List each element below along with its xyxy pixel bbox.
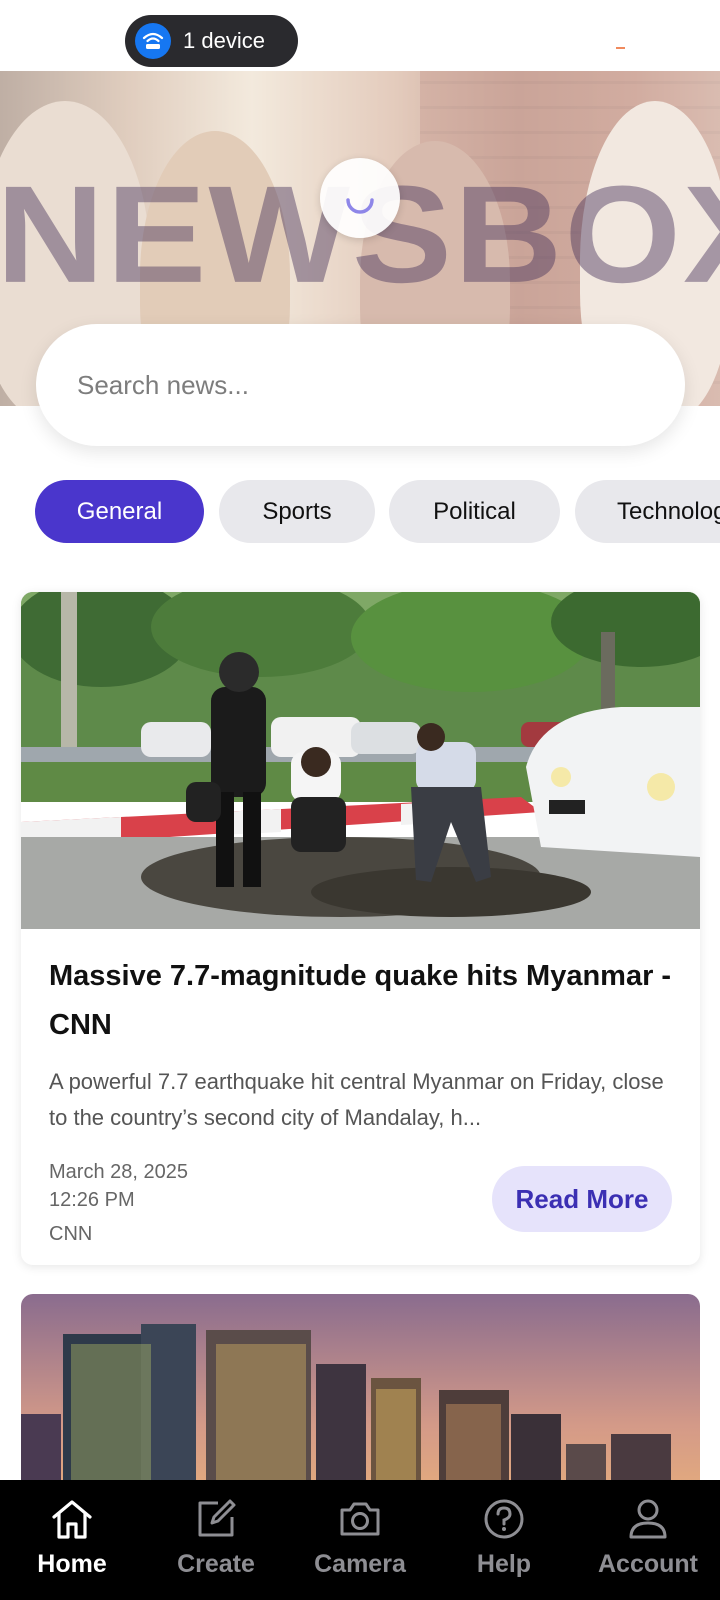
article-time: 12:26 PM [49, 1189, 135, 1211]
search-bar[interactable] [36, 324, 685, 446]
device-pill-label: 1 device [183, 28, 265, 53]
nav-create-label: Create [177, 1550, 255, 1578]
nav-home[interactable]: Home [0, 1480, 144, 1600]
account-icon [623, 1494, 673, 1544]
article-date: March 28, 2025 [49, 1161, 188, 1183]
wifi-router-icon [135, 23, 171, 59]
bottom-navigation: Home Create Camera Help Account [0, 1480, 720, 1600]
category-chips: General Sports Political Technolog [35, 480, 720, 543]
search-input[interactable] [77, 369, 637, 401]
news-card[interactable]: Massive 7.7-magnitude quake hits Myanmar… [21, 592, 700, 1265]
chip-political[interactable]: Political [389, 480, 560, 543]
article-image [21, 592, 700, 929]
nav-camera[interactable]: Camera [288, 1480, 432, 1600]
article-source: CNN [49, 1223, 93, 1245]
nav-home-label: Home [37, 1550, 107, 1578]
article-description: A powerful 7.7 earthquake hit central My… [49, 1069, 664, 1130]
device-pill[interactable]: 1 device [125, 15, 298, 67]
edit-icon [191, 1494, 241, 1544]
chip-technology[interactable]: Technolog [575, 480, 720, 543]
article-title[interactable]: Massive 7.7-magnitude quake hits Myanmar… [49, 952, 679, 1050]
nav-account[interactable]: Account [576, 1480, 720, 1600]
nav-account-label: Account [598, 1550, 698, 1578]
nav-help[interactable]: Help [432, 1480, 576, 1600]
loading-spinner-icon [320, 158, 400, 238]
nav-create[interactable]: Create [144, 1480, 288, 1600]
help-icon [479, 1494, 529, 1544]
nav-help-label: Help [476, 1550, 532, 1578]
read-more-button[interactable]: Read More [492, 1166, 672, 1232]
camera-icon [335, 1494, 385, 1544]
chip-sports[interactable]: Sports [219, 480, 375, 543]
status-bar: 1 device [0, 0, 720, 71]
status-indicator [616, 47, 625, 49]
nav-camera-label: Camera [314, 1550, 406, 1578]
home-icon [47, 1494, 97, 1544]
chip-general[interactable]: General [35, 480, 204, 543]
